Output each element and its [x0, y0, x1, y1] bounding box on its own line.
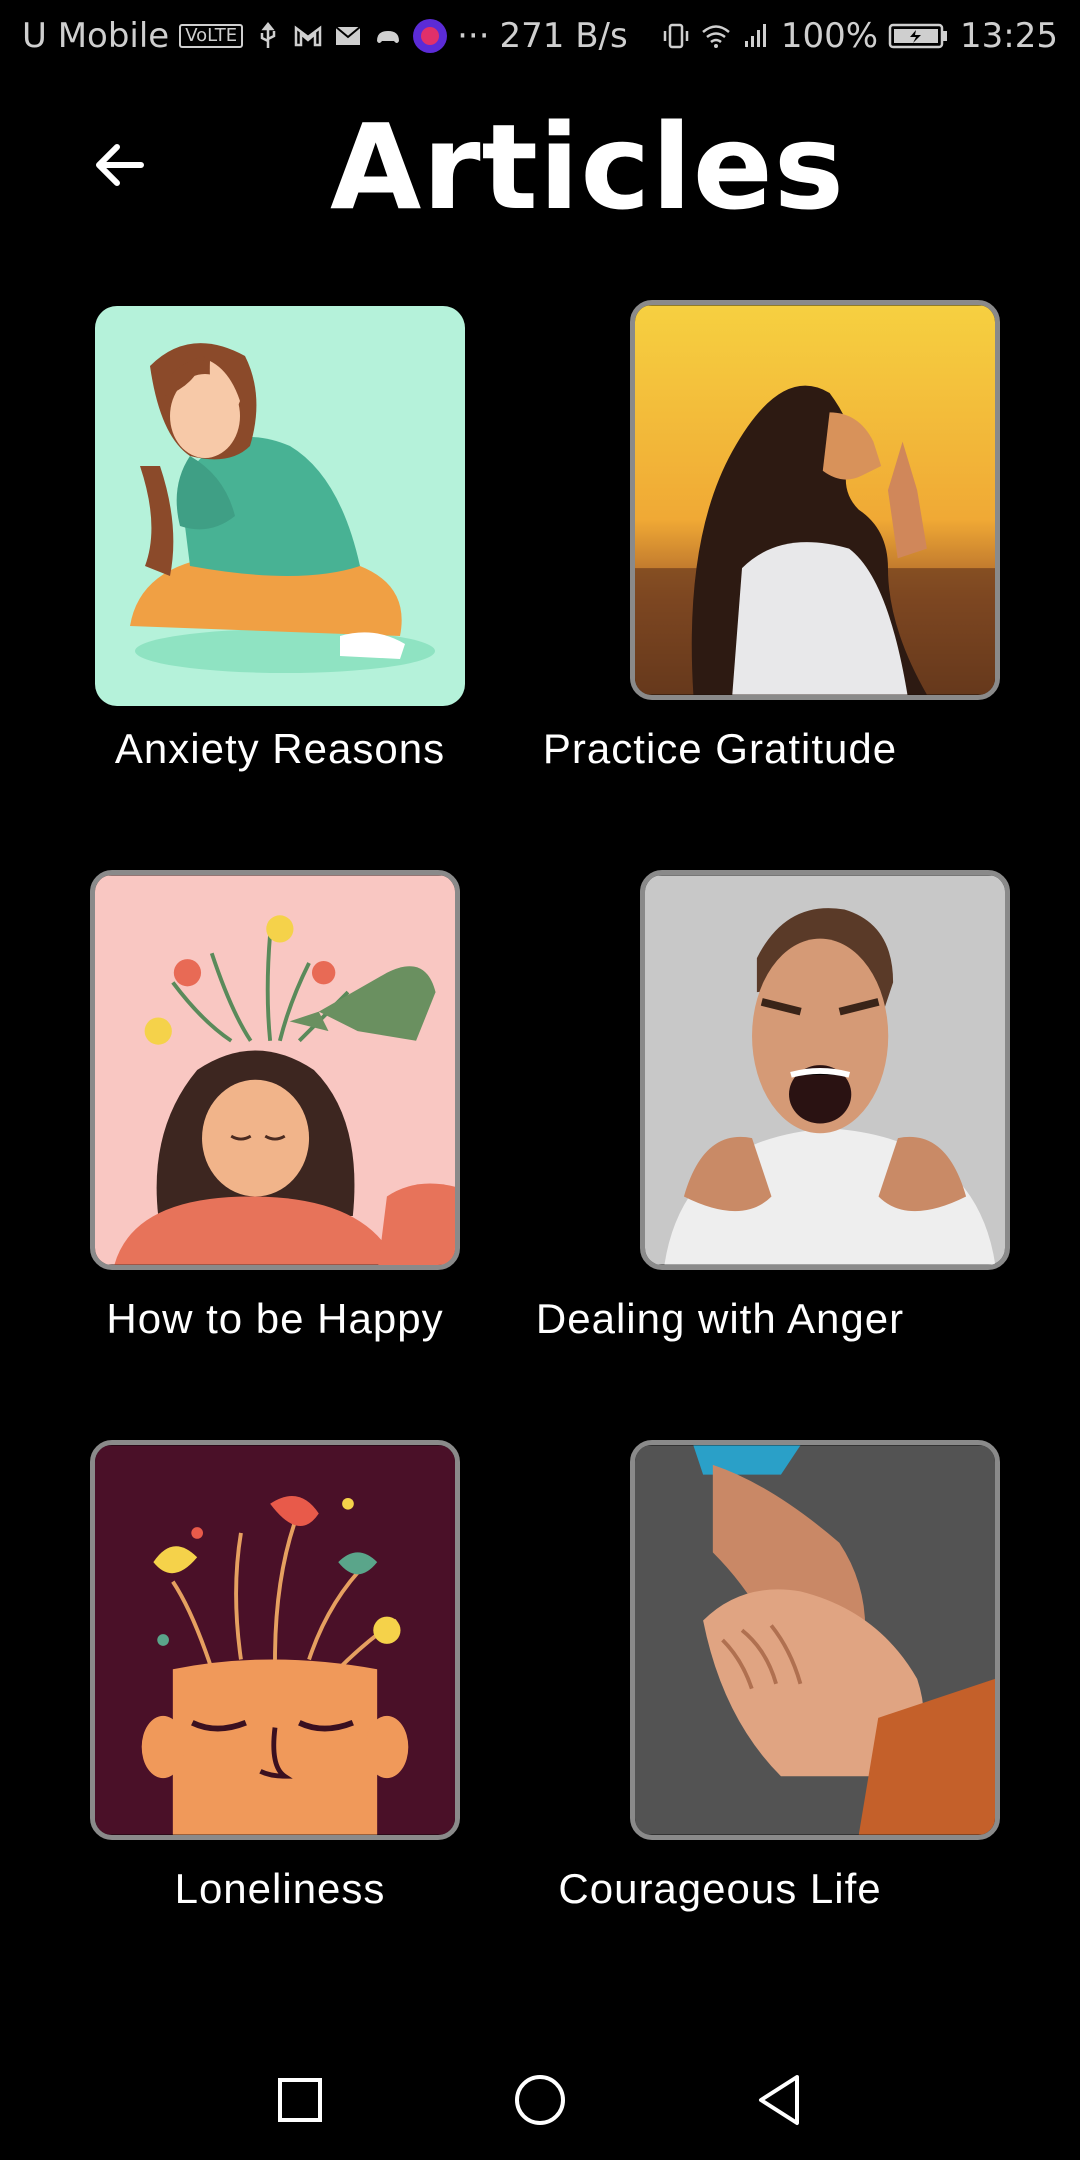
holding-hands-photo	[635, 1445, 995, 1835]
home-button[interactable]	[508, 2068, 572, 2132]
page-title: Articles	[330, 98, 846, 236]
system-nav-bar	[0, 2040, 1080, 2160]
anxious-woman-illustration	[95, 306, 465, 706]
flowering-head-illustration	[95, 1445, 455, 1835]
article-title: Practice Gratitude	[542, 725, 898, 772]
article-thumbnail	[640, 870, 1010, 1270]
system-back-button[interactable]	[748, 2068, 812, 2132]
article-thumbnail	[90, 870, 460, 1270]
article-title: Courageous Life	[558, 1865, 882, 1912]
vibrate-icon	[663, 23, 689, 49]
article-thumbnail	[90, 1440, 460, 1840]
circle-home-icon	[515, 2075, 565, 2125]
volte-badge: VoLTE	[179, 24, 244, 48]
carrier-name: U Mobile	[22, 16, 170, 56]
signal-icon	[744, 24, 766, 47]
more-notifications: ···	[457, 16, 490, 56]
usb-icon	[260, 21, 276, 48]
triangle-back-icon	[759, 2075, 799, 2125]
data-rate: 271 B/s	[499, 16, 628, 56]
wifi-icon	[702, 25, 730, 48]
status-right: 100% 13:25	[661, 16, 1058, 56]
battery-icon	[888, 23, 948, 49]
angry-man-photo	[645, 875, 1005, 1265]
clock: 13:25	[960, 16, 1058, 56]
article-thumbnail	[630, 1440, 1000, 1840]
article-thumbnail	[630, 300, 1000, 700]
arrow-left-icon	[96, 144, 144, 186]
app-header: Articles	[0, 90, 1080, 250]
status-left: U Mobile VoLTE ··· 271 B/s	[22, 16, 628, 56]
article-thumbnail	[95, 306, 465, 706]
game-icon	[377, 31, 400, 43]
article-title: Dealing with Anger	[535, 1295, 905, 1342]
square-recents-icon	[278, 2078, 322, 2122]
battery-percent: 100%	[780, 16, 879, 56]
lazada-icon	[413, 19, 448, 53]
back-button[interactable]	[84, 130, 154, 200]
status-bar: U Mobile VoLTE ··· 271 B/s 100% 13:25	[0, 0, 1080, 72]
recents-button[interactable]	[268, 2068, 332, 2132]
mail-icon	[335, 26, 361, 45]
gmail-icon	[294, 25, 322, 47]
watering-head-illustration	[95, 875, 455, 1265]
praying-woman-photo	[635, 305, 995, 695]
